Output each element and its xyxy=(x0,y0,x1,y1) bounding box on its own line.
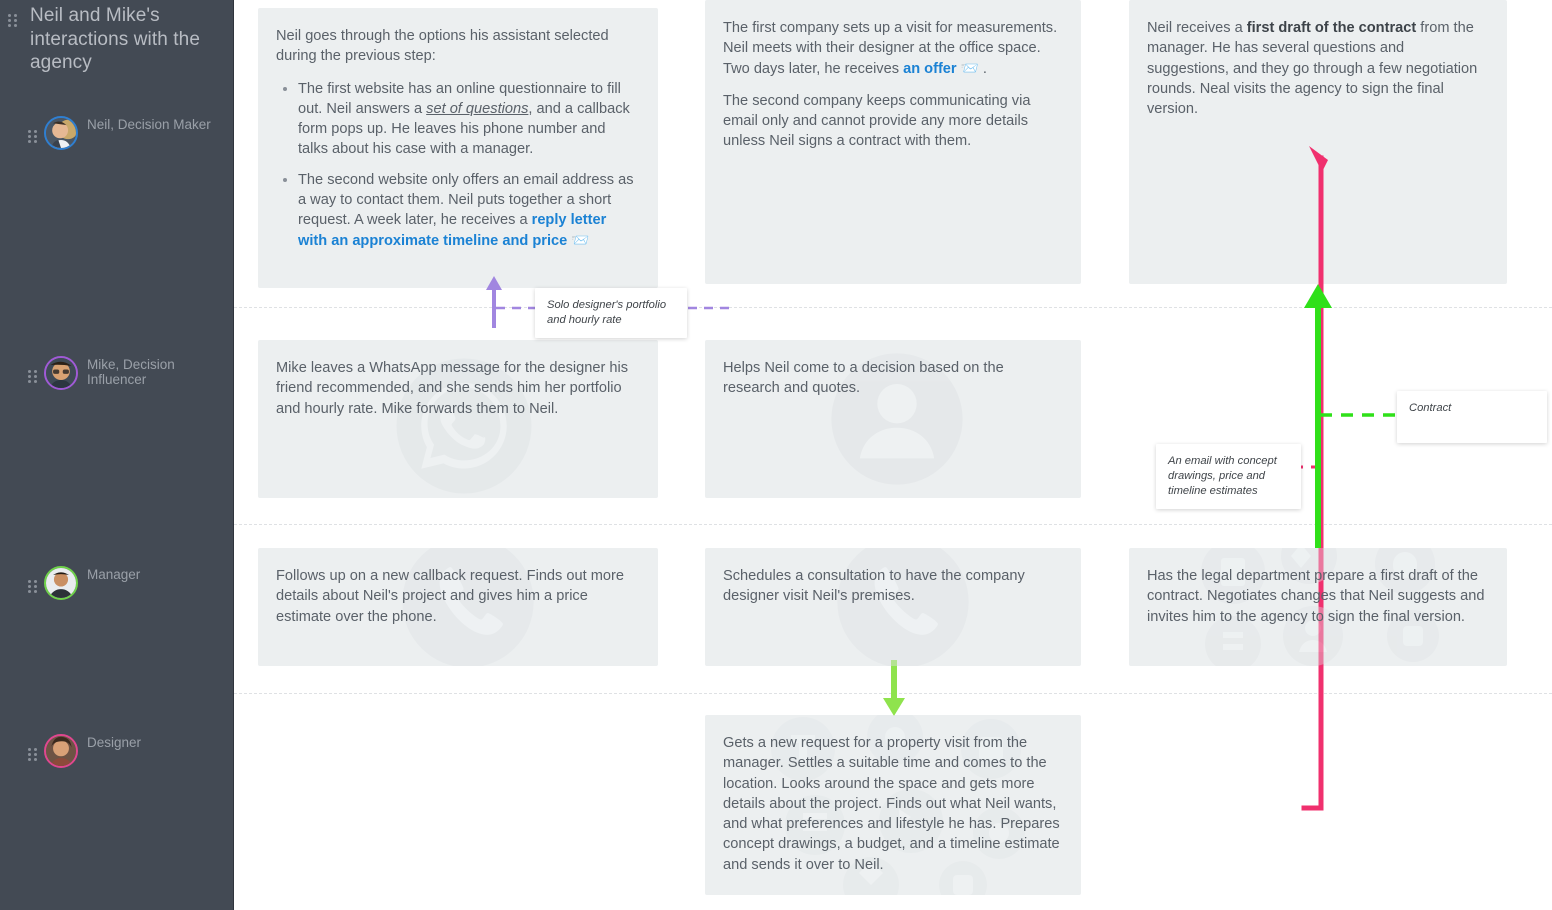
row-divider xyxy=(234,524,1552,525)
card-manager-step3[interactable]: Has the legal department prepare a first… xyxy=(1129,548,1507,666)
p1-part-b: . xyxy=(982,60,987,77)
sidebar-item-mike[interactable]: Mike, Decision Influencer xyxy=(0,356,234,398)
incoming-envelope-icon: 📨 xyxy=(571,232,590,249)
text-part-a: Neil receives a xyxy=(1147,20,1247,36)
card-text: Schedules a consultation to have the com… xyxy=(723,568,1025,605)
sidebar-item-label: Mike, Decision Influencer xyxy=(87,357,175,387)
avatar-mike xyxy=(44,356,78,390)
avatar-manager xyxy=(44,566,78,600)
sidebar-item-label: Neil, Decision Maker xyxy=(87,117,211,132)
note-text: An email with concept drawings, price an… xyxy=(1168,455,1277,497)
note-portfolio[interactable]: Solo designer's portfolio and hourly rat… xyxy=(535,288,687,338)
card-neil-step1[interactable]: Neil goes through the options his assist… xyxy=(258,8,658,288)
card-text: Neil receives a first draft of the contr… xyxy=(1147,18,1487,119)
list-item: The second website only offers an email … xyxy=(298,170,638,251)
drag-handle-icon[interactable] xyxy=(28,748,37,762)
board-title: Neil and Mike's interactions with the ag… xyxy=(30,5,201,73)
avatar-image-mike xyxy=(46,358,76,388)
drag-handle-icon[interactable] xyxy=(28,580,37,594)
avatar-designer xyxy=(44,734,78,768)
note-text: Contract xyxy=(1409,402,1452,414)
board-drag-handle[interactable] xyxy=(8,14,17,28)
card-text: Gets a new request for a property visit … xyxy=(723,735,1060,873)
sidebar: Neil and Mike's interactions with the ag… xyxy=(0,0,234,910)
avatar-neil xyxy=(44,116,78,150)
card-text: Follows up on a new callback request. Fi… xyxy=(276,568,624,625)
card-designer-step1[interactable]: Gets a new request for a property visit … xyxy=(705,715,1081,895)
note-email-concept[interactable]: An email with concept drawings, price an… xyxy=(1156,444,1301,509)
card-mike-step1[interactable]: Mike leaves a WhatsApp message for the d… xyxy=(258,340,658,498)
card-neil-step2[interactable]: The first company sets up a visit for me… xyxy=(705,0,1081,284)
card-manager-step2[interactable]: Schedules a consultation to have the com… xyxy=(705,548,1081,666)
card-text-p1: The first company sets up a visit for me… xyxy=(723,18,1061,79)
incoming-envelope-icon: 📨 xyxy=(960,60,979,77)
note-text: Solo designer's portfolio and hourly rat… xyxy=(547,299,667,326)
sidebar-item-manager[interactable]: Manager xyxy=(0,566,234,608)
row-divider xyxy=(234,693,1552,694)
card-text-intro: Neil goes through the options his assist… xyxy=(276,28,609,65)
card-text-p2: The second company keeps communicating v… xyxy=(723,92,1031,150)
sidebar-item-label: Manager xyxy=(87,567,141,582)
card-mike-step2[interactable]: Helps Neil come to a decision based on t… xyxy=(705,340,1081,498)
list-item: The first website has an online question… xyxy=(298,79,638,160)
row-divider xyxy=(234,307,1552,308)
drag-handle-icon[interactable] xyxy=(28,370,37,384)
sidebar-item-label: Designer xyxy=(87,735,142,750)
p1-part-a: The first company sets up a visit for me… xyxy=(723,20,1058,77)
sidebar-item-designer[interactable]: Designer xyxy=(0,734,234,776)
inline-link-set-of-questions[interactable]: set of questions xyxy=(426,101,528,117)
connector-green-down xyxy=(883,660,905,716)
card-bullet-list: The first website has an online question… xyxy=(276,79,638,251)
avatar-image-manager xyxy=(46,568,76,598)
board-canvas: Neil goes through the options his assist… xyxy=(234,0,1552,910)
drag-handle-icon[interactable] xyxy=(28,130,37,144)
avatar-image-designer xyxy=(46,736,76,766)
card-neil-step3[interactable]: Neil receives a first draft of the contr… xyxy=(1129,0,1507,284)
card-text: Has the legal department prepare a first… xyxy=(1147,568,1485,625)
card-text: Helps Neil come to a decision based on t… xyxy=(723,360,1004,397)
emphasis-first-draft: first draft of the contract xyxy=(1246,20,1417,36)
note-contract[interactable]: Contract xyxy=(1397,391,1547,443)
card-text: Mike leaves a WhatsApp message for the d… xyxy=(276,360,629,417)
card-manager-step1[interactable]: Follows up on a new callback request. Fi… xyxy=(258,548,658,666)
inline-link-an-offer[interactable]: an offer xyxy=(903,61,957,77)
sidebar-item-neil[interactable]: Neil, Decision Maker xyxy=(0,116,234,158)
avatar-image-neil xyxy=(46,118,76,148)
